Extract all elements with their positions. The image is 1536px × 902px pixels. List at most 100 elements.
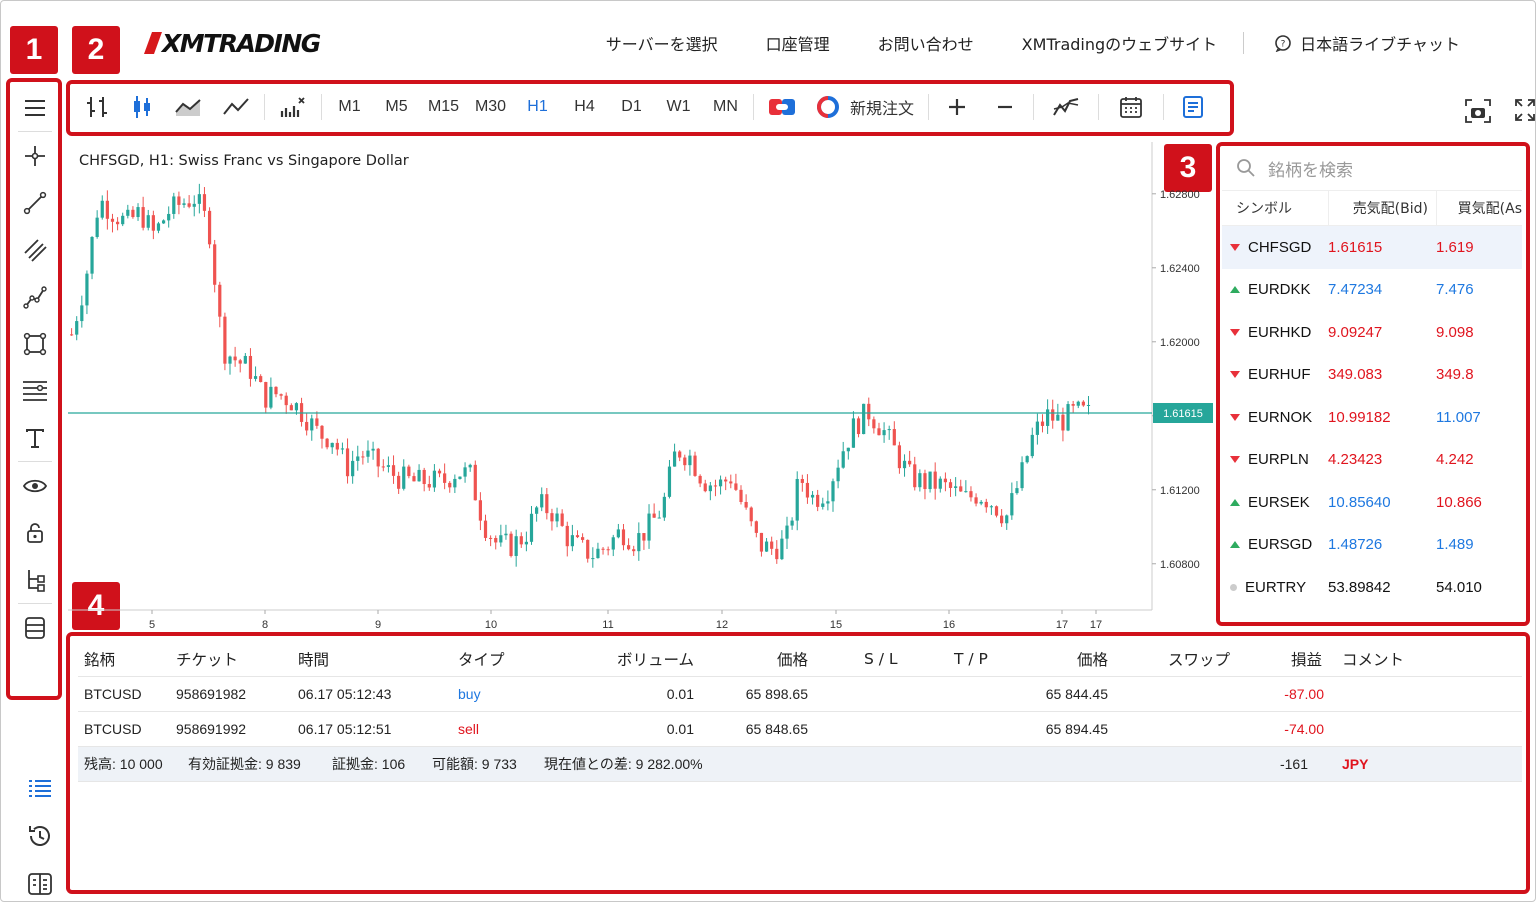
candle-body (172, 196, 176, 214)
timeframe-d1[interactable]: D1 (608, 89, 655, 125)
candle-body (550, 513, 554, 522)
timeframe-m30[interactable]: M30 (467, 89, 514, 125)
polyline-icon[interactable] (15, 273, 55, 320)
candle-body (948, 482, 953, 488)
table-row[interactable]: BTCUSD 958691982 06.17 05:12:43 buy 0.01… (78, 677, 1522, 712)
one-click-trading-icon[interactable] (758, 89, 806, 125)
line-icon[interactable] (212, 89, 260, 125)
timeframe-w1[interactable]: W1 (655, 89, 702, 125)
symbol-name: EURDKK (1248, 281, 1311, 299)
timeframe-m1[interactable]: M1 (326, 89, 373, 125)
col-current-price[interactable]: 価格 (1077, 648, 1108, 670)
zoom-in-icon[interactable] (933, 89, 981, 125)
nav-website[interactable]: XMTradingのウェブサイト (1022, 31, 1217, 55)
new-order-button[interactable]: 新規注文 (806, 89, 924, 125)
col-symbol[interactable]: 銘柄 (84, 648, 115, 670)
candle-body (897, 445, 902, 469)
nav-divider (1243, 32, 1245, 54)
watchlist-symbol-cell: EURTRY (1222, 579, 1328, 596)
col-type[interactable]: タイプ (458, 648, 505, 670)
header-ask[interactable]: 買気配(As (1436, 191, 1522, 225)
watchlist-row[interactable]: EURDKK 7.47234 7.476 (1222, 269, 1522, 312)
list-icon[interactable] (20, 764, 60, 812)
nav-select-server[interactable]: サーバーを選択 (606, 31, 718, 55)
timeframe-h4[interactable]: H4 (561, 89, 608, 125)
symbol-name: EURSGD (1248, 536, 1313, 554)
parallel-channel-icon[interactable] (15, 226, 55, 273)
candles-icon[interactable] (120, 89, 164, 125)
bars-icon[interactable] (74, 89, 120, 125)
visibility-icon[interactable] (15, 462, 55, 509)
watchlist-row[interactable]: EURHKD 9.09247 9.098 (1222, 311, 1522, 354)
col-tp[interactable]: T / P (954, 650, 988, 668)
watchlist-symbol-cell: EURPLN (1222, 451, 1328, 468)
live-chat-button[interactable]: ? 日本語ライブチャット (1274, 31, 1460, 55)
timeframe-mn[interactable]: MN (702, 89, 749, 125)
symbol-search[interactable]: 銘柄を検索 (1222, 146, 1522, 190)
menu-icon[interactable] (15, 84, 55, 131)
watchlist-row[interactable]: CHFSGD 1.61615 1.619 (1222, 226, 1522, 269)
timeframe-m15[interactable]: M15 (420, 89, 467, 125)
lock-icon[interactable] (15, 509, 55, 556)
timeframe-h1[interactable]: H1 (514, 89, 561, 125)
col-volume[interactable]: ボリューム (617, 648, 694, 670)
watchlist-toggle-icon[interactable] (1168, 89, 1218, 125)
candle-body (831, 481, 835, 502)
watchlist-row[interactable]: EURSEK 10.85640 10.866 (1222, 481, 1522, 524)
callout-badge-1: 1 (10, 26, 58, 74)
nav-contact[interactable]: お問い合わせ (878, 31, 974, 55)
col-swap[interactable]: スワップ (1168, 648, 1230, 670)
header-bid[interactable]: 売気配(Bid) (1328, 191, 1436, 225)
zoom-out-icon[interactable] (981, 89, 1029, 125)
col-comment[interactable]: コメント (1342, 648, 1404, 670)
header-symbol[interactable]: シンボル (1222, 191, 1328, 225)
table-row[interactable]: BTCUSD 958691992 06.17 05:12:51 sell 0.0… (78, 712, 1522, 747)
watchlist-row[interactable]: EURSGD 1.48726 1.489 (1222, 524, 1522, 567)
watchlist-row[interactable]: EURNOK 10.99182 11.007 (1222, 396, 1522, 439)
crosshair-icon[interactable] (15, 132, 55, 179)
watchlist-row[interactable]: EURPLN 4.23423 4.242 (1222, 439, 1522, 482)
col-profit[interactable]: 損益 (1291, 648, 1322, 670)
indicator-line-icon[interactable] (1038, 89, 1094, 125)
candle-body (432, 470, 437, 488)
price-chart[interactable]: 1.628001.624001.620001.616001.612001.608… (68, 142, 1218, 632)
candle-body (918, 473, 922, 488)
col-sl[interactable]: S / L (864, 650, 898, 668)
text-icon[interactable] (15, 414, 55, 461)
watchlist-row[interactable]: EURTRY 53.89842 54.010 (1222, 566, 1522, 609)
xmtrading-logo[interactable]: XMTRADING (143, 26, 321, 60)
trend-line-icon[interactable] (15, 179, 55, 226)
journal-icon[interactable] (20, 860, 60, 902)
fib-levels-icon[interactable] (15, 367, 55, 414)
rectangle-icon[interactable] (15, 320, 55, 367)
layers-icon[interactable] (15, 604, 55, 651)
screenshot-icon[interactable] (1464, 98, 1492, 124)
calendar-icon[interactable] (1103, 89, 1159, 125)
col-open-price[interactable]: 価格 (777, 648, 808, 670)
indicators-icon[interactable] (269, 89, 317, 125)
candle-body (264, 382, 268, 408)
col-ticket[interactable]: チケット (176, 648, 238, 670)
nav-account-management[interactable]: 口座管理 (766, 31, 830, 55)
timeframe-m5[interactable]: M5 (373, 89, 420, 125)
candle-body (1035, 421, 1039, 435)
candle-body (345, 448, 350, 477)
fullscreen-icon[interactable] (1514, 98, 1536, 122)
bid-price: 9.09247 (1328, 323, 1383, 341)
object-tree-icon[interactable] (15, 556, 55, 603)
candle-body (672, 451, 677, 467)
candle-body (856, 418, 861, 435)
candle-body (851, 418, 856, 448)
candle-body (693, 455, 697, 476)
candle-body (882, 430, 886, 436)
candle-body (611, 537, 615, 550)
col-time[interactable]: 時間 (298, 648, 329, 670)
candle-body (989, 506, 993, 508)
watchlist-symbol-cell: EURSEK (1222, 494, 1328, 511)
x-tick-label: 9 (375, 619, 381, 631)
watchlist-row[interactable]: EURHUF 349.083 349.8 (1222, 354, 1522, 397)
history-icon[interactable] (20, 812, 60, 860)
candle-body (161, 220, 166, 224)
candle-body (1030, 434, 1034, 457)
area-icon[interactable] (164, 89, 212, 125)
